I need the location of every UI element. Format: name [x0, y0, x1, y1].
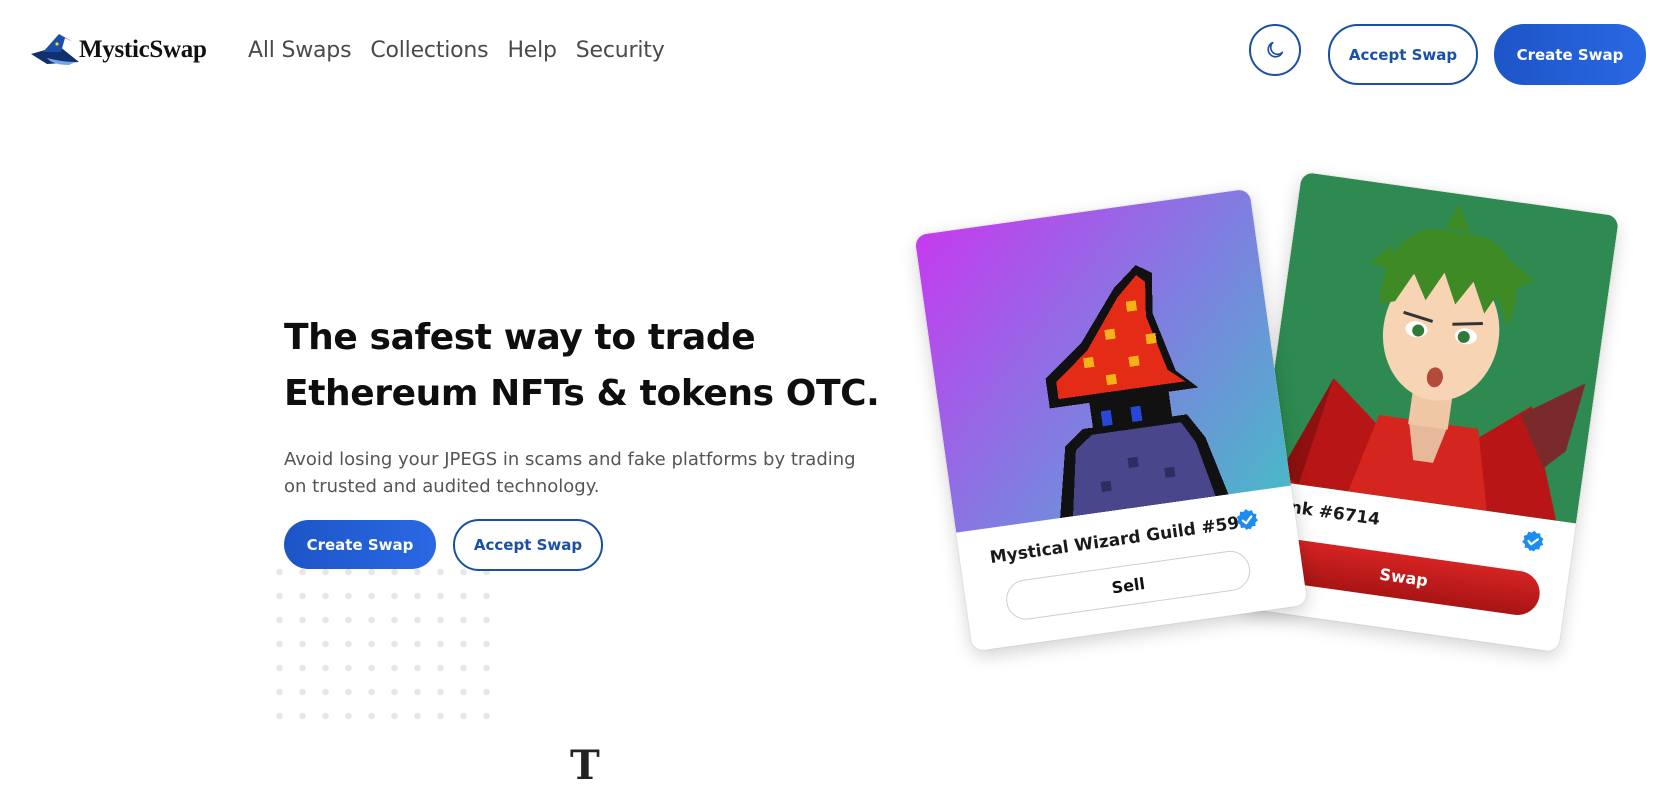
- hero-subtitle-line-1: Avoid losing your JPEGS in scams and fak…: [284, 449, 856, 470]
- pixel-wizard-image: [1045, 265, 1229, 519]
- header-accept-swap-button[interactable]: Accept Swap: [1328, 24, 1478, 85]
- verified-badge-icon: [1236, 509, 1258, 530]
- anime-character-image: [1259, 171, 1620, 524]
- theme-toggle-button[interactable]: [1249, 24, 1301, 76]
- junk-nft-image: [1259, 171, 1620, 524]
- nav-help[interactable]: Help: [507, 38, 557, 63]
- logo[interactable]: MysticSwap: [29, 30, 207, 70]
- hero-title-line-1: The safest way to trade: [284, 317, 756, 358]
- hero-create-swap-button[interactable]: Create Swap: [284, 520, 436, 569]
- nav-collections[interactable]: Collections: [370, 38, 488, 63]
- hero-subtitle: Avoid losing your JPEGS in scams and fak…: [284, 446, 884, 500]
- verified-badge-icon: [1522, 530, 1544, 552]
- nav-all-swaps[interactable]: All Swaps: [248, 38, 352, 63]
- header-create-swap-button[interactable]: Create Swap: [1494, 24, 1646, 85]
- moon-icon: [1267, 41, 1284, 58]
- junk-swap-button[interactable]: Swap: [1265, 536, 1543, 618]
- wizard-hat-logo-icon: [31, 34, 79, 65]
- hero-accept-swap-button[interactable]: Accept Swap: [453, 519, 603, 571]
- section-heading-peek: T: [570, 742, 600, 789]
- nft-card-wizard[interactable]: Mystical Wizard Guild #59 Sell: [914, 188, 1308, 652]
- hero-title-line-2: Ethereum NFTs & tokens OTC.: [284, 373, 880, 414]
- nav-security[interactable]: Security: [576, 38, 665, 63]
- wizard-nft-image: [914, 188, 1291, 533]
- main-nav: All Swaps Collections Help Security: [248, 38, 665, 63]
- hero-title: The safest way to trade Ethereum NFTs & …: [284, 310, 904, 422]
- decorative-dot-grid: [268, 560, 498, 730]
- logo-text: MysticSwap: [79, 36, 207, 63]
- hero-subtitle-line-2: on trusted and audited technology.: [284, 476, 600, 497]
